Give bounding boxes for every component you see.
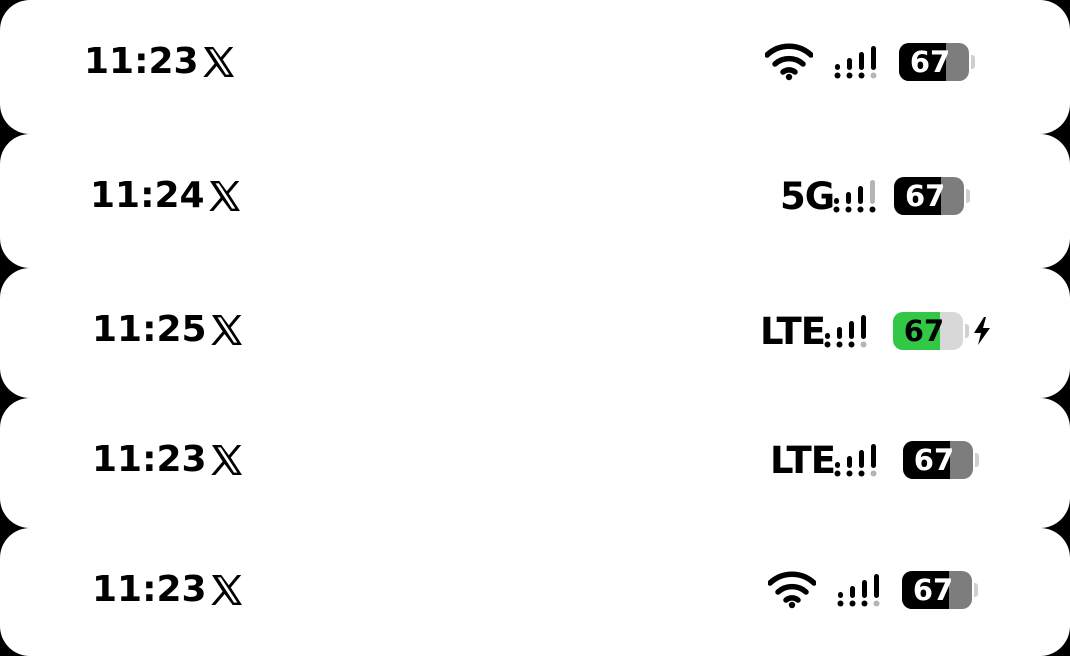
status-icons: LTE 67: [770, 438, 979, 482]
status-icons: 67: [768, 568, 978, 612]
signal-strength-icon: [823, 313, 873, 349]
x-logo-icon: [206, 178, 244, 214]
battery-icon: 67: [892, 312, 969, 350]
battery-icon: 67: [902, 571, 978, 609]
x-logo-icon: [208, 442, 246, 478]
battery-percent: 67: [903, 314, 945, 348]
network-type-label: 5G: [780, 174, 835, 218]
battery-icon: 67: [894, 177, 971, 215]
status-icons: LTE 67: [760, 309, 993, 353]
status-bar-5: 11:23 67: [0, 528, 1070, 656]
battery-percent: 67: [912, 573, 954, 607]
battery-percent: 67: [913, 443, 955, 477]
clock-time: 11:24: [90, 175, 205, 216]
clock-time: 11:23: [92, 569, 207, 610]
status-bar-1: 11:23 67: [0, 0, 1070, 134]
status-bar-3: 11:25 LTE 67: [0, 268, 1070, 398]
wifi-icon: [768, 570, 816, 610]
clock-time: 11:25: [92, 309, 207, 350]
battery-icon: 67: [899, 43, 975, 81]
status-icons: 67: [765, 40, 975, 84]
battery-percent: 67: [904, 179, 946, 213]
x-logo-icon: [200, 44, 238, 80]
signal-strength-icon: [833, 442, 883, 478]
signal-strength-icon: [836, 572, 886, 608]
status-icons: 5G 67: [780, 174, 971, 218]
battery-percent: 67: [909, 45, 951, 79]
network-type-label: LTE: [760, 309, 826, 353]
x-logo-icon: [208, 312, 246, 348]
signal-strength-icon: [832, 178, 882, 214]
x-logo-icon: [208, 572, 246, 608]
wifi-icon: [765, 42, 813, 82]
status-bar-4: 11:23 LTE 67: [0, 398, 1070, 528]
signal-strength-icon: [833, 44, 883, 80]
network-type-label: LTE: [770, 438, 836, 482]
battery-icon: 67: [902, 441, 979, 479]
charging-bolt-icon: [971, 316, 993, 346]
clock-time: 11:23: [84, 41, 199, 82]
clock-time: 11:23: [92, 439, 207, 480]
status-bar-2: 11:24 5G 67: [0, 134, 1070, 268]
